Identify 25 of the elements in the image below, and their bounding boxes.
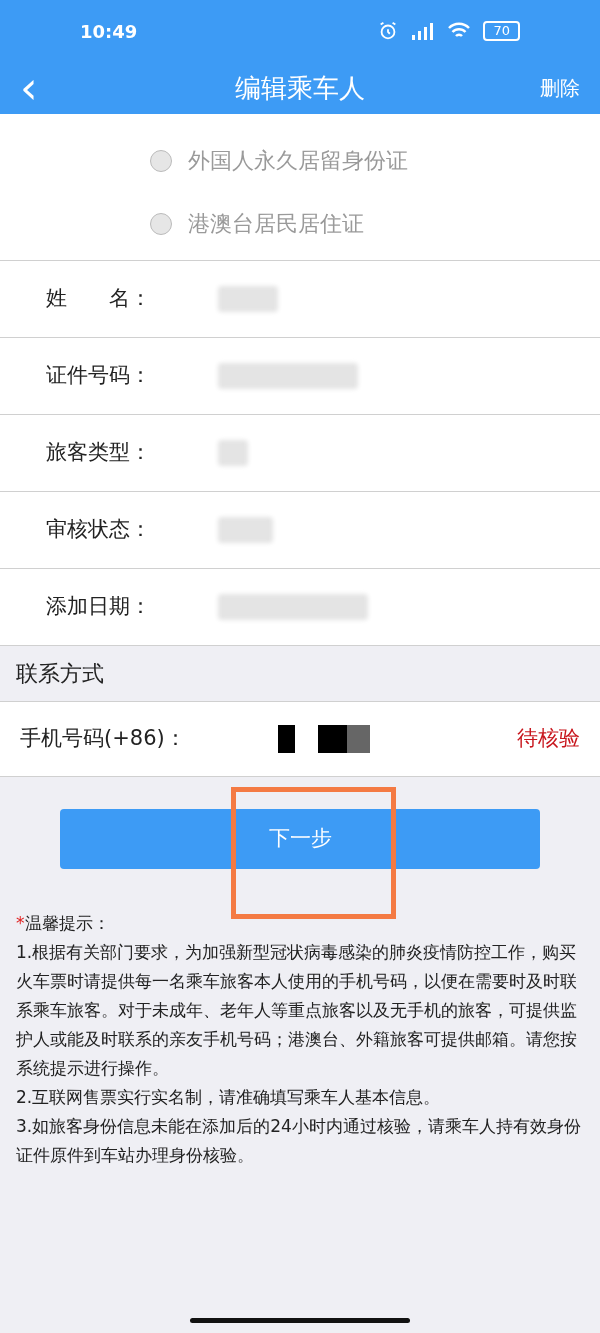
field-label: 旅客类型： [46,439,152,467]
redacted-value [218,517,273,543]
field-label: 审核状态： [46,516,152,544]
status-time: 10:49 [80,19,138,44]
page-title: 编辑乘车人 [235,71,365,105]
redacted-value [218,440,248,466]
next-button[interactable]: 下一步 [60,809,540,869]
required-mark: * [16,912,25,935]
battery-indicator: 70 [483,21,520,41]
delete-button[interactable]: 删除 [540,73,580,103]
redacted-value [218,286,278,312]
notice-paragraph: 3.如旅客身份信息未能在添加后的24小时内通过核验，请乘车人持有效身份证件原件到车站办理身份核验。 [16,1115,582,1167]
notice-title: 温馨提示： [24,912,110,935]
back-button[interactable]: ‹ [20,66,60,110]
notice-paragraph: 1.根据有关部门要求，为加强新型冠状病毒感染的肺炎疫情防控工作，购买火车票时请提供每一名乘车旅客本人使用的手机号码，以便在需要时及时联系乘车旅客。对于未成年、老年人等重点旅客以及无手机的旅客，可提供监护人或能及时联系的亲友手机号码；港澳台、外籍旅客可提供邮箱。请您按系统提示进行操作。 [16,941,578,1080]
id-type-radio[interactable]: 港澳台居民居住证 [150,207,450,240]
section-heading: 联系方式 [16,660,104,688]
field-label: 姓 名： [46,285,152,313]
notice-paragraph: 2.互联网售票实行实名制，请准确填写乘车人基本信息。 [16,1086,442,1109]
id-type-radio[interactable]: 外国人永久居留身份证 [150,144,450,177]
field-label: 添加日期： [46,593,152,621]
field-label: 证件号码： [46,362,152,390]
verification-status: 待核验 [517,725,580,753]
phone-label: 手机号码(+86)： [20,725,187,753]
signal-icon [411,21,436,41]
